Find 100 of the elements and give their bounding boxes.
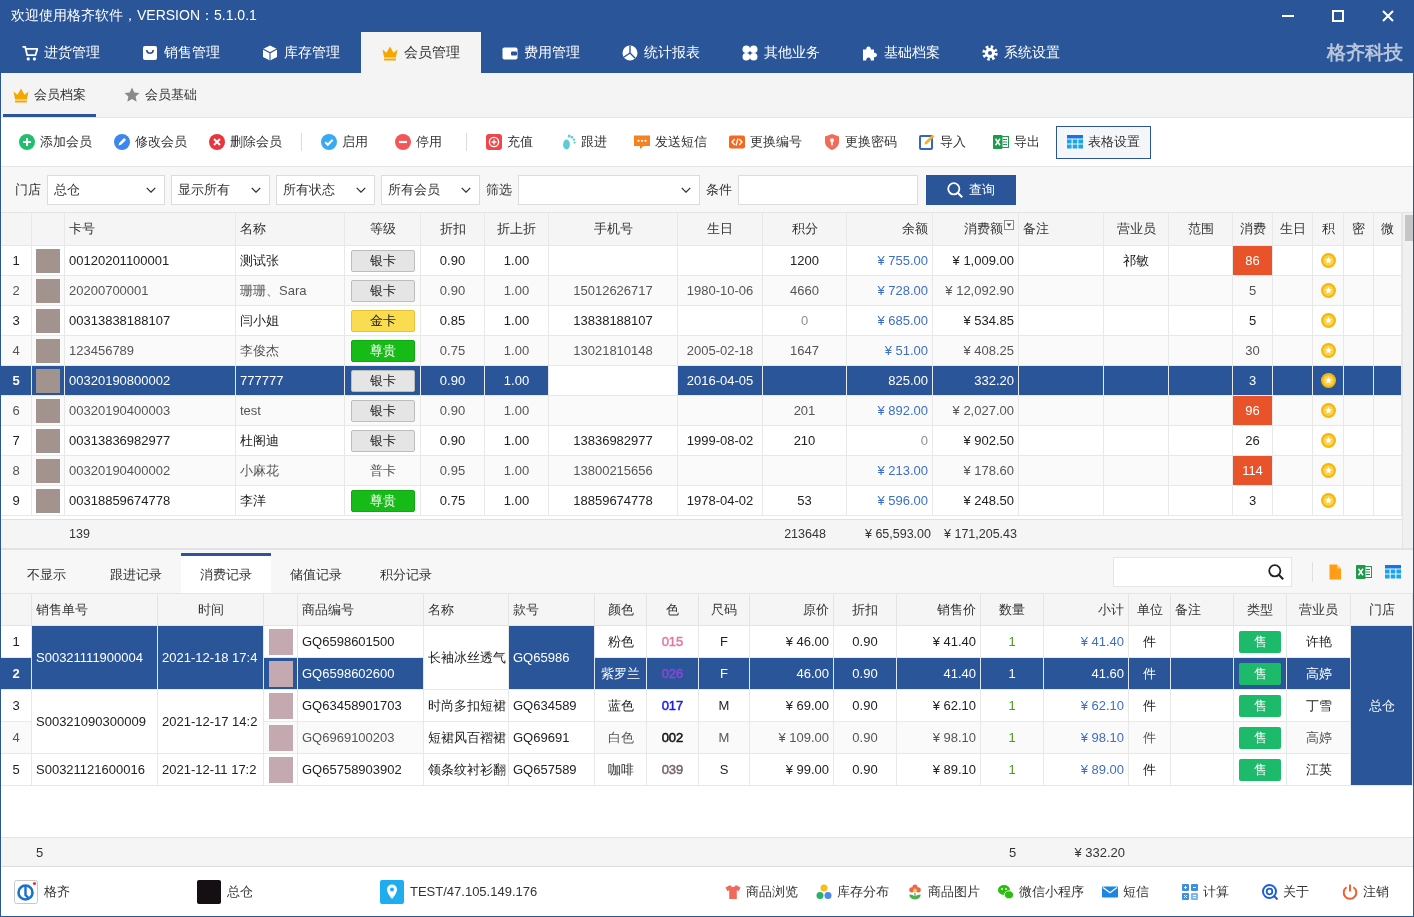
spreadsheet-icon[interactable] bbox=[1356, 563, 1372, 580]
nav-tab[interactable]: 费用管理 bbox=[481, 32, 601, 73]
column-header[interactable]: 积分 bbox=[763, 213, 847, 246]
search-button[interactable]: 查询 bbox=[926, 174, 1016, 205]
column-header[interactable]: 生日 bbox=[1273, 213, 1313, 246]
column-header[interactable]: 范围 bbox=[1169, 213, 1233, 246]
table-cell: S00321111900004 bbox=[32, 626, 158, 690]
toolbar-button[interactable]: 启用 bbox=[310, 125, 384, 159]
table-cell: ¥ 62.10 bbox=[897, 690, 981, 722]
tab[interactable]: 积分记录 bbox=[361, 553, 451, 593]
column-header[interactable]: 余额 bbox=[847, 213, 933, 246]
column-header[interactable]: 生日 bbox=[678, 213, 763, 246]
toolbar-button[interactable]: 更换密码 bbox=[813, 125, 908, 159]
table-cell: 1980-10-06 bbox=[678, 276, 763, 306]
column-header[interactable]: 等级 bbox=[345, 213, 421, 246]
toolbar-button[interactable]: 删除会员 bbox=[198, 125, 293, 159]
toolbar-button[interactable]: 添加会员 bbox=[8, 125, 103, 159]
status-text: TEST/47.105.149.176 bbox=[410, 884, 538, 899]
sub-tab[interactable]: 会员基础 bbox=[114, 73, 207, 117]
toolbar-button[interactable]: 更换编号 bbox=[718, 125, 813, 159]
dropdown[interactable]: 显示所有 bbox=[171, 174, 270, 205]
nav-tab[interactable]: 库存管理 bbox=[241, 32, 361, 73]
chevron-down-icon bbox=[251, 186, 261, 193]
table-cell: 长袖冰丝透气 bbox=[424, 626, 509, 690]
filter-icon[interactable] bbox=[1004, 220, 1014, 230]
status-link[interactable]: 商品图片 bbox=[898, 867, 989, 916]
column-header[interactable]: 密 bbox=[1344, 213, 1374, 246]
tab[interactable]: 储值记录 bbox=[271, 553, 361, 593]
search-icon bbox=[947, 181, 963, 198]
dropdown[interactable]: 所有状态 bbox=[276, 174, 375, 205]
column-header[interactable]: 备注 bbox=[1019, 213, 1104, 246]
status-text: 总仓 bbox=[227, 882, 253, 901]
column-header[interactable]: 折扣 bbox=[421, 213, 485, 246]
tab[interactable]: 不显示 bbox=[1, 553, 91, 593]
toolbar-button[interactable]: 表格设置 bbox=[1056, 125, 1151, 159]
status-link[interactable]: 商品浏览 bbox=[716, 867, 807, 916]
table-cell: 0.90 bbox=[834, 658, 897, 690]
dropdown[interactable]: 所有会员 bbox=[381, 174, 480, 205]
table-cell: 0.95 bbox=[421, 456, 485, 486]
dropdown[interactable]: 总仓 bbox=[47, 174, 165, 205]
column-header[interactable]: 折上折 bbox=[485, 213, 549, 246]
table-row[interactable]: 8 00320190400002 小麻花 普卡 0.95 1.00 13800215656 ¥ 213.00 ¥ 178.60 114 bbox=[1, 456, 1402, 486]
tab[interactable]: 消费记录 bbox=[181, 553, 271, 593]
grade-badge: 金卡 bbox=[350, 309, 415, 332]
nav-tab[interactable]: 进货管理 bbox=[1, 32, 121, 73]
document-icon[interactable] bbox=[1327, 563, 1343, 580]
status-link[interactable]: 注销 bbox=[1333, 867, 1413, 916]
column-header[interactable]: 手机号 bbox=[549, 213, 678, 246]
column-header[interactable]: 消费额 bbox=[933, 213, 1019, 246]
chevron-down-icon bbox=[461, 186, 471, 193]
table-row[interactable]: 2 20200700001 珊珊、Sara 银卡 0.90 1.00 15012626717 1980-10-06 4660 ¥ 728.00 ¥ 12,092.90 5 bbox=[1, 276, 1402, 306]
nav-tab[interactable]: 其他业务 bbox=[721, 32, 841, 73]
nav-tab[interactable]: 会员管理 bbox=[361, 32, 481, 73]
search-field[interactable] bbox=[1113, 556, 1292, 587]
nav-tab[interactable]: 系统设置 bbox=[961, 32, 1081, 73]
table-icon[interactable] bbox=[1385, 563, 1401, 580]
table-cell: ¥ 62.10 bbox=[1044, 690, 1129, 722]
toolbar-button[interactable]: 停用 bbox=[384, 125, 458, 159]
column-header[interactable]: 卡号 bbox=[65, 213, 236, 246]
table-cell: 短裙风百褶裙 bbox=[424, 722, 509, 754]
toolbar-button[interactable]: 充值 bbox=[475, 125, 549, 159]
status-link[interactable]: 短信 bbox=[1093, 867, 1173, 916]
scrollbar[interactable] bbox=[1402, 213, 1413, 548]
table-row[interactable]: 5 00320190800002 777777 银卡 0.90 1.00 2016-04-05 825.00 332.20 3 bbox=[1, 366, 1402, 396]
column-header[interactable]: 名称 bbox=[236, 213, 345, 246]
column-header[interactable]: 积 bbox=[1313, 213, 1344, 246]
table-row[interactable]: 9 00318859674778 李洋 尊贵 0.75 1.00 18859674778 1978-04-02 53 ¥ 596.00 ¥ 248.50 3 bbox=[1, 486, 1402, 516]
coin-star-icon bbox=[1320, 373, 1336, 388]
status-link[interactable]: 计算 bbox=[1173, 867, 1253, 916]
toolbar-button[interactable]: 跟进 bbox=[549, 125, 623, 159]
column-header[interactable]: 营业员 bbox=[1104, 213, 1169, 246]
table-cell: GQ634589 bbox=[509, 690, 595, 722]
nav-tab[interactable]: 基础档案 bbox=[841, 32, 961, 73]
photo-placeholder bbox=[36, 278, 60, 303]
sub-tab[interactable]: 会员档案 bbox=[3, 73, 96, 117]
input-field[interactable] bbox=[738, 174, 918, 205]
circles-icon bbox=[816, 883, 832, 900]
nav-tab[interactable]: 销售管理 bbox=[121, 32, 241, 73]
toolbar-button[interactable]: 导入 bbox=[908, 125, 982, 159]
table-row[interactable]: 6 00320190400003 test 银卡 0.90 1.00 201 ¥ 892.00 ¥ 2,027.00 96 bbox=[1, 396, 1402, 426]
table-cell: 00320190400002 bbox=[65, 456, 236, 486]
scrollbar-thumb[interactable] bbox=[1404, 215, 1413, 241]
tab[interactable]: 跟进记录 bbox=[91, 553, 181, 593]
toolbar-button[interactable]: 导出 bbox=[982, 125, 1056, 159]
search-icon[interactable] bbox=[1268, 563, 1284, 580]
table-cell: 017 bbox=[661, 698, 684, 713]
status-link[interactable]: 关于 bbox=[1253, 867, 1333, 916]
toolbar-button[interactable]: 发送短信 bbox=[623, 125, 718, 159]
table-cell: 00320190400003 bbox=[65, 396, 236, 426]
status-link[interactable]: 微信小程序 bbox=[989, 867, 1093, 916]
row-number: 3 bbox=[1, 690, 32, 722]
toolbar-button[interactable]: 修改会员 bbox=[103, 125, 198, 159]
dropdown[interactable] bbox=[518, 174, 700, 205]
table-cell: M bbox=[699, 722, 750, 754]
spreadsheet-icon bbox=[993, 134, 1009, 150]
table-cell: 4660 bbox=[763, 276, 847, 306]
nav-tab[interactable]: 统计报表 bbox=[601, 32, 721, 73]
calculator-icon bbox=[1182, 883, 1198, 900]
table-row[interactable]: 4 123456789 李俊杰 尊贵 0.75 1.00 13021810148 2005-02-18 1647 ¥ 51.00 ¥ 408.25 30 bbox=[1, 336, 1402, 366]
status-link[interactable]: 库存分布 bbox=[807, 867, 898, 916]
